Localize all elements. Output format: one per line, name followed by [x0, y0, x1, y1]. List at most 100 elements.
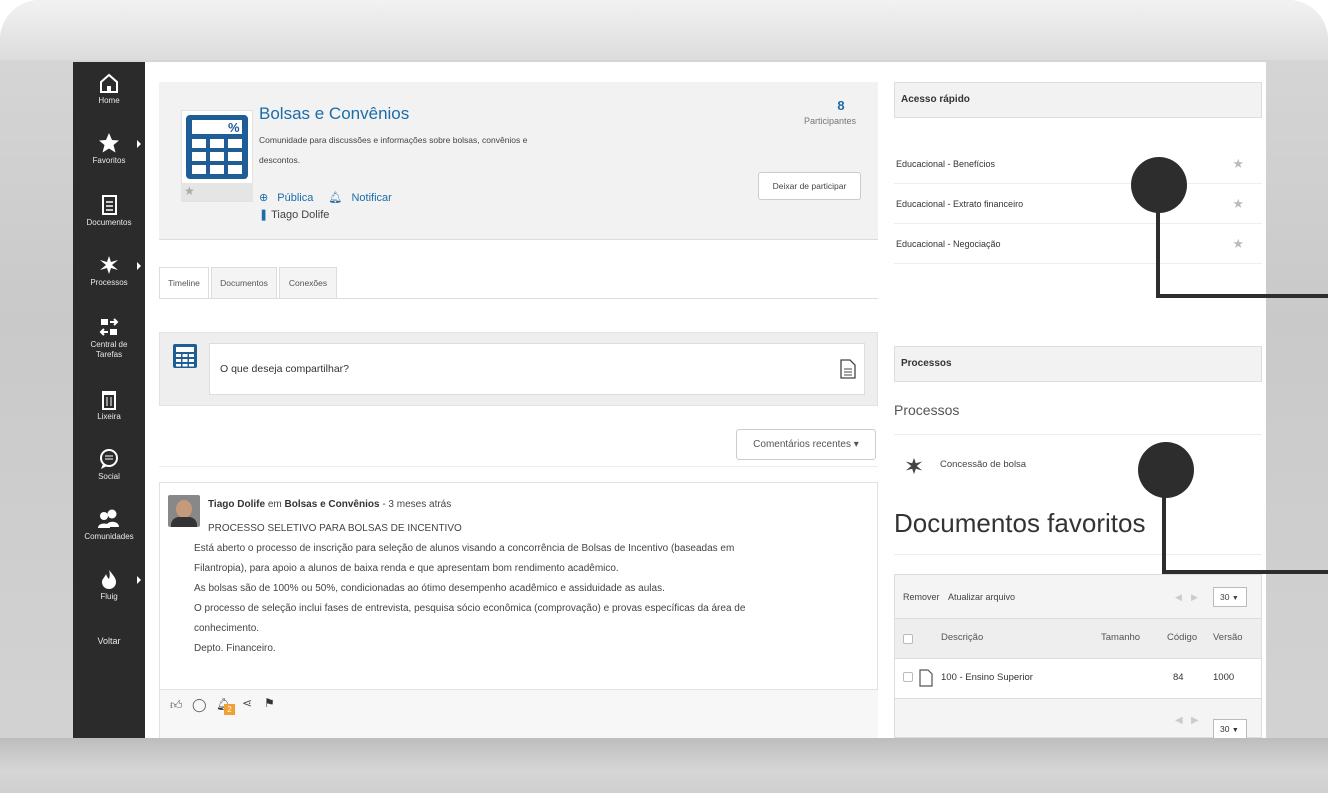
visibility-link[interactable]: ⊕ Pública [259, 192, 319, 204]
column-header[interactable]: Versão [1213, 632, 1243, 643]
sidebar-item-documentos[interactable]: Documentos [73, 194, 145, 228]
post-line: PROCESSO SELETIVO PARA BOLSAS DE INCENTI… [208, 523, 462, 534]
home-icon [100, 73, 118, 93]
chevron-right-icon [137, 140, 141, 148]
share-input[interactable]: O que deseja compartilhar? [209, 343, 865, 395]
visibility-label: Pública [277, 192, 314, 204]
calculator-icon: % [186, 115, 248, 179]
page-size-select[interactable]: 30 ▼ [1213, 587, 1247, 607]
cell-description[interactable]: 100 - Ensino Superior [941, 672, 1033, 683]
star-icon [99, 133, 119, 153]
prev-page-icon[interactable]: ◀ [1175, 575, 1182, 619]
next-page-icon[interactable]: ▶ [1191, 575, 1198, 619]
chevron-right-icon [137, 262, 141, 270]
table-row[interactable]: 100 - Ensino Superior 84 1000 [895, 659, 1261, 699]
sidebar-item-lixeira[interactable]: Lixeira [73, 388, 145, 422]
tab-divider [159, 298, 878, 299]
sidebar-item-comunidades[interactable]: Comunidades [73, 508, 145, 542]
prev-page-icon[interactable]: ◀ [1175, 715, 1183, 726]
fluig-icon [102, 570, 116, 589]
page-size-select[interactable]: 30 ▼ [1213, 719, 1247, 738]
column-header[interactable]: Tamanho [1101, 632, 1140, 643]
next-page-icon[interactable]: ▶ [1191, 715, 1199, 726]
comment-icon[interactable]: ◯ [192, 697, 207, 713]
trash-icon [102, 391, 116, 410]
sidebar-item-label: Documentos [86, 218, 132, 227]
table-header: Descrição Tamanho Código Versão [895, 619, 1261, 659]
cell-code: 84 [1173, 672, 1184, 683]
sidebar-item-label: Voltar [97, 636, 121, 646]
documents-toolbar: Remover Atualizar arquivo ◀ ▶ 30 ▼ [895, 575, 1261, 619]
star-icon[interactable]: ★ [1232, 224, 1244, 264]
process-icon [905, 457, 923, 475]
document-icon[interactable] [840, 359, 856, 379]
sidebar-item-label: Home [98, 96, 120, 105]
row-checkbox[interactable] [903, 672, 913, 682]
community-owner[interactable]: ❚ Tiago Dolife [259, 208, 329, 221]
annotation-marker [1138, 442, 1194, 498]
sidebar-item-voltar[interactable]: Voltar [73, 634, 145, 646]
sidebar-item-label: Lixeira [97, 412, 121, 421]
screen: Home Favoritos Documentos Processos Cent… [73, 62, 1266, 738]
sidebar-item-processos[interactable]: Processos [73, 254, 145, 288]
quick-access-item[interactable]: Educacional - Negociação ★ [894, 224, 1262, 264]
sidebar-item-label: Favoritos [92, 156, 126, 165]
sidebar-item-home[interactable]: Home [73, 72, 145, 106]
document-icon [102, 195, 117, 215]
caret-down-icon: ▼ [1231, 727, 1239, 734]
participants-count[interactable]: 8 [821, 98, 861, 113]
sidebar-item-social[interactable]: Social [73, 448, 145, 482]
notify-link[interactable]: 🔔︎ Notificar [328, 192, 397, 204]
participants-label: Participantes [804, 116, 857, 126]
sidebar-item-fluig[interactable]: Fluig [73, 568, 145, 602]
post-community[interactable]: Bolsas e Convênios [285, 499, 380, 510]
community-header: % ★ Bolsas e Convênios Comunidade para d… [159, 82, 878, 240]
quick-access-label: Educacional - Negociação [896, 239, 1001, 249]
quick-access-label: Educacional - Benefícios [896, 159, 996, 169]
sidebar-item-favoritos[interactable]: Favoritos [73, 132, 145, 166]
remove-button[interactable]: Remover [903, 592, 940, 602]
sidebar: Home Favoritos Documentos Processos Cent… [73, 62, 145, 738]
flag-icon[interactable]: ⚑ [264, 696, 275, 710]
chat-icon [100, 449, 118, 469]
leave-community-button[interactable]: Deixar de participar [758, 172, 861, 200]
post-author[interactable]: Tiago Dolife [208, 499, 265, 510]
star-icon[interactable]: ★ [1232, 144, 1244, 184]
star-icon[interactable]: ★ [184, 184, 195, 198]
post-actions: 👍︎ ◯ 🔔︎ 2 ⋖ ⚑ [160, 689, 878, 738]
device-frame-top [0, 0, 1328, 60]
column-header[interactable]: Descrição [941, 632, 983, 643]
like-icon[interactable]: 👍︎ [170, 698, 183, 713]
post-line: Depto. Financeiro. [194, 643, 276, 654]
post-line: As bolsas são de 100% ou 50%, condiciona… [194, 583, 665, 594]
quick-access-header: Acesso rápido [894, 82, 1262, 118]
sidebar-item-label: Fluig [100, 592, 118, 601]
post-time: - 3 meses atrás [382, 499, 452, 510]
tab-timeline[interactable]: Timeline [159, 267, 209, 299]
cell-version: 1000 [1213, 672, 1235, 683]
select-all-checkbox[interactable] [903, 634, 913, 644]
caret-down-icon: ▼ [1231, 595, 1239, 602]
sidebar-item-label: Central de Tarefas [90, 340, 128, 359]
sidebar-item-central-de-tarefas[interactable]: Central de Tarefas [73, 316, 145, 360]
update-file-button[interactable]: Atualizar arquivo [948, 592, 1015, 602]
star-icon[interactable]: ★ [1232, 184, 1244, 224]
post-line: O processo de seleção inclui fases de en… [194, 603, 746, 614]
process-item[interactable]: Concessão de bolsa [940, 459, 1026, 470]
share-icon[interactable]: ⋖ [242, 696, 252, 710]
quick-access-item[interactable]: Educacional - Benefícios ★ [894, 144, 1262, 184]
tab-conexoes[interactable]: Conexões [279, 267, 337, 299]
post-line: Filantropia), para apoio a alunos de bai… [194, 563, 619, 574]
quick-access-label: Educacional - Extrato financeiro [896, 199, 1024, 209]
recent-comments-label: Comentários recentes [753, 439, 851, 450]
recent-comments-dropdown[interactable]: Comentários recentes ▾ [736, 429, 876, 460]
column-header[interactable]: Código [1167, 632, 1197, 643]
quick-access-item[interactable]: Educacional - Extrato financeiro ★ [894, 184, 1262, 224]
timeline-post: Tiago Dolife em Bolsas e Convênios - 3 m… [159, 482, 878, 738]
annotation-leader-line [1156, 294, 1328, 298]
favorite-bar: ★ [182, 183, 252, 201]
table-footer: ◀ ▶ 30 ▼ [895, 699, 1261, 738]
post-header: Tiago Dolife em Bolsas e Convênios - 3 m… [208, 499, 451, 510]
ribbon-icon: ❚ [259, 209, 269, 221]
tab-documentos[interactable]: Documentos [211, 267, 277, 299]
